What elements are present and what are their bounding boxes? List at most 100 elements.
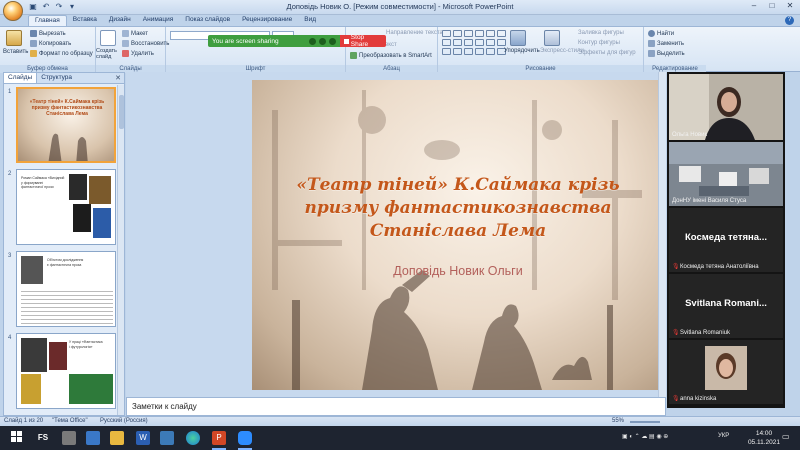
slide-thumbnail-2[interactable]: Роман Саймака «Вихідний у формуванні фан…: [16, 169, 116, 245]
windows-start-icon[interactable]: [10, 431, 24, 445]
delete-slide-button[interactable]: Удалить: [122, 50, 154, 57]
binoculars-icon: [648, 30, 655, 37]
shape-outline-button[interactable]: Контур фигуры: [578, 40, 620, 46]
new-slide-button[interactable]: Создать слайд: [96, 48, 120, 60]
current-slide[interactable]: «Театр тіней» К.Саймака крізь призму фан…: [252, 80, 664, 390]
tray-icons[interactable]: ▣ ◐ ⌃ ☁ ▤ ◉ ⊕: [622, 433, 668, 440]
fs-app-icon[interactable]: FS: [34, 431, 52, 445]
slide-subtitle[interactable]: Доповідь Новик Ольги: [282, 264, 634, 278]
notes-placeholder: Заметки к слайду: [132, 402, 197, 411]
paste-icon[interactable]: [6, 30, 22, 46]
tab-animation[interactable]: Анимация: [137, 15, 180, 26]
editing-group: Найти Заменить Выделить Редактирование: [644, 27, 706, 73]
participant-tile-3[interactable]: Космеда тетяна... 🎙 Космеда тетяна Анатол…: [669, 208, 783, 272]
slide-thumbnail-1[interactable]: «Театр тіней» К.Саймака крізь призму фан…: [16, 87, 116, 163]
reset-button[interactable]: Восстановить: [122, 40, 169, 47]
thumb-text: і футурологія»: [69, 344, 93, 349]
slide-scrollbar[interactable]: [658, 72, 666, 397]
select-button[interactable]: Выделить: [648, 50, 685, 57]
mic-muted-icon: 🎙: [672, 330, 680, 336]
language-indicator[interactable]: Русский (Россия): [100, 418, 148, 424]
slide-thumbnail-4[interactable]: У праці «Фантастика і футурологія»: [16, 333, 116, 409]
clipboard-group: Вставить Вырезать Копировать Формат по о…: [0, 27, 96, 73]
app-icon[interactable]: [86, 431, 100, 445]
zoom-slider[interactable]: [630, 421, 660, 423]
participant-tile-4[interactable]: Svitlana Romani... 🎙 Svitlana Romaniuk: [669, 274, 783, 338]
pause-icon[interactable]: [309, 37, 316, 45]
mic-muted-icon: 🎙: [672, 396, 680, 402]
participant-label: 🎙 anna kizinska: [672, 396, 717, 402]
format-painter-button[interactable]: Формат по образцу: [30, 50, 93, 57]
minimize-button[interactable]: –: [748, 1, 760, 12]
powerpoint-icon[interactable]: P: [212, 431, 226, 445]
ribbon-tabs: Главная Вставка Дизайн Анимация Показ сл…: [28, 15, 322, 26]
tab-insert[interactable]: Вставка: [67, 15, 103, 26]
title-bar: ▣ ↶ ↷ ▾ Доповідь Новик О. [Режим совмест…: [0, 0, 800, 21]
participant-tile-1[interactable]: Ольга Новик: [669, 74, 783, 140]
more-icon[interactable]: [329, 37, 336, 45]
slide-thumbnail-3[interactable]: Об'єктом дослідження є фантастична проза: [16, 251, 116, 327]
book-cover-image: [89, 176, 111, 204]
tab-slides[interactable]: Слайды: [4, 73, 38, 83]
participant-tile-5[interactable]: 🎙 anna kizinska: [669, 340, 783, 404]
tab-design[interactable]: Дизайн: [103, 15, 137, 26]
book-cover-image: [93, 208, 111, 238]
notes-pane[interactable]: Заметки к слайду: [126, 397, 666, 416]
delete-icon: [122, 50, 129, 57]
thumb-number: 1: [8, 89, 12, 95]
replace-button[interactable]: Заменить: [648, 40, 684, 47]
text-direction-button[interactable]: Направление текста: [386, 30, 443, 36]
stop-share-button[interactable]: Stop Share: [340, 34, 386, 48]
zoom-app-icon[interactable]: [238, 431, 252, 445]
slide-title[interactable]: «Театр тіней» К.Саймака крізь призму фан…: [282, 174, 634, 243]
app-icon[interactable]: [160, 431, 174, 445]
notifications-icon[interactable]: ▭: [782, 432, 790, 441]
arrange-button[interactable]: Упорядочить: [504, 48, 540, 54]
file-explorer-icon[interactable]: [110, 431, 124, 445]
participant-display-name: Svitlana Romani...: [685, 298, 767, 309]
slides-panel-scrollbar[interactable]: [117, 85, 124, 415]
smartart-button[interactable]: Преобразовать в SmartArt: [350, 52, 432, 59]
participant-video: [669, 142, 783, 206]
participant-label: 🎙 Космеда тетяна Анатоліївна: [672, 264, 759, 270]
sharing-status[interactable]: You are screen sharing: [208, 35, 340, 47]
cut-button[interactable]: Вырезать: [30, 30, 66, 37]
font-group: Шрифт: [166, 27, 346, 73]
tab-home[interactable]: Главная: [28, 15, 67, 26]
close-button[interactable]: ✕: [784, 1, 796, 12]
video-participants-panel: Ольга Новик ДонНУ імені Василя Стуса Кос…: [667, 72, 785, 408]
participant-tile-2[interactable]: ДонНУ імені Василя Стуса: [669, 142, 783, 206]
tab-review[interactable]: Рецензирование: [236, 15, 298, 26]
shape-effects-button[interactable]: Эффекты для фигур: [578, 50, 636, 56]
find-button[interactable]: Найти: [648, 30, 674, 37]
participant-name: Ольга Новик: [672, 132, 708, 138]
app-icon[interactable]: [62, 431, 76, 445]
system-clock[interactable]: 14:00 05.11.2021: [748, 429, 780, 447]
window-title: Доповідь Новик О. [Режим совместимости] …: [286, 2, 514, 11]
arrange-icon[interactable]: [510, 30, 526, 46]
tab-view[interactable]: Вид: [298, 15, 322, 26]
tab-slideshow[interactable]: Показ слайдов: [179, 15, 236, 26]
word-icon[interactable]: W: [136, 431, 150, 445]
close-panel-icon[interactable]: ✕: [115, 74, 121, 82]
edge-browser-icon[interactable]: [186, 431, 200, 445]
paste-button[interactable]: Вставить: [3, 49, 28, 55]
maximize-button[interactable]: □: [766, 1, 778, 12]
layout-button[interactable]: Макет: [122, 30, 148, 37]
help-icon[interactable]: ?: [785, 16, 794, 25]
new-slide-icon[interactable]: [100, 30, 116, 46]
keyboard-language[interactable]: УКР: [718, 433, 729, 439]
thumb-text: фантастичної прози: [21, 185, 54, 189]
participant-video: [669, 340, 783, 404]
ribbon: Вставить Вырезать Копировать Формат по о…: [0, 26, 800, 73]
tab-outline[interactable]: Структура: [37, 73, 76, 83]
copy-button[interactable]: Копировать: [30, 40, 71, 47]
shapes-gallery[interactable]: [442, 30, 506, 55]
shape-fill-button[interactable]: Заливка фигуры: [578, 30, 624, 36]
zoom-level[interactable]: 55%: [612, 418, 624, 424]
book-cover-image: [69, 174, 87, 200]
thumb-silhouettes: [48, 133, 88, 161]
annotate-icon[interactable]: [319, 37, 326, 45]
quick-styles-icon[interactable]: [544, 30, 560, 46]
layout-icon: [122, 30, 129, 37]
